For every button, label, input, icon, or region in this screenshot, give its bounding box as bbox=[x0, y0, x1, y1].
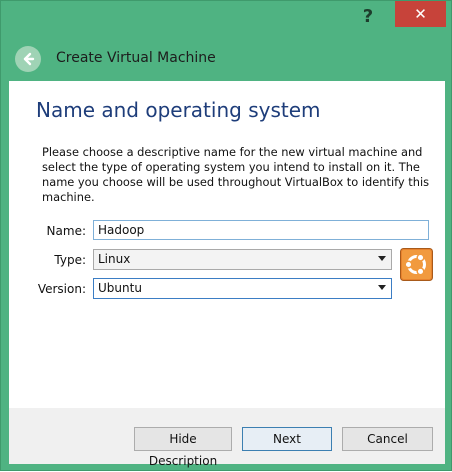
back-arrow-icon bbox=[23, 52, 35, 66]
wizard-footer: Hide Description Next Cancel bbox=[9, 408, 445, 468]
dropdown-arrow-icon bbox=[378, 285, 386, 290]
title-bar: ? ✕ bbox=[1, 1, 452, 35]
wizard-title: Create Virtual Machine bbox=[56, 50, 216, 66]
dropdown-arrow-icon bbox=[378, 256, 386, 261]
next-button[interactable]: Next bbox=[242, 427, 332, 451]
page-description: Please choose a descriptive name for the… bbox=[42, 145, 430, 204]
wizard-page: Name and operating system Please choose … bbox=[9, 81, 445, 408]
page-title: Name and operating system bbox=[36, 98, 321, 122]
version-combobox-value: Ubuntu bbox=[98, 281, 142, 295]
type-label: Type: bbox=[54, 253, 86, 267]
close-button[interactable]: ✕ bbox=[395, 1, 446, 27]
back-button[interactable] bbox=[15, 46, 41, 72]
type-combobox-value: Linux bbox=[98, 252, 131, 266]
version-combobox[interactable]: Ubuntu bbox=[93, 278, 392, 299]
type-combobox[interactable]: Linux bbox=[93, 249, 392, 270]
name-input[interactable]: Hadoop bbox=[93, 220, 429, 240]
cancel-button[interactable]: Cancel bbox=[342, 427, 433, 451]
wizard-header: Create Virtual Machine bbox=[9, 37, 445, 81]
hide-description-button[interactable]: Hide Description bbox=[134, 427, 232, 468]
version-label: Version: bbox=[37, 282, 86, 296]
ubuntu-os-icon bbox=[400, 248, 433, 281]
name-label: Name: bbox=[46, 224, 86, 238]
create-vm-dialog: ? ✕ Create Virtual Machine Name and oper… bbox=[0, 0, 452, 471]
help-button[interactable]: ? bbox=[353, 5, 383, 29]
